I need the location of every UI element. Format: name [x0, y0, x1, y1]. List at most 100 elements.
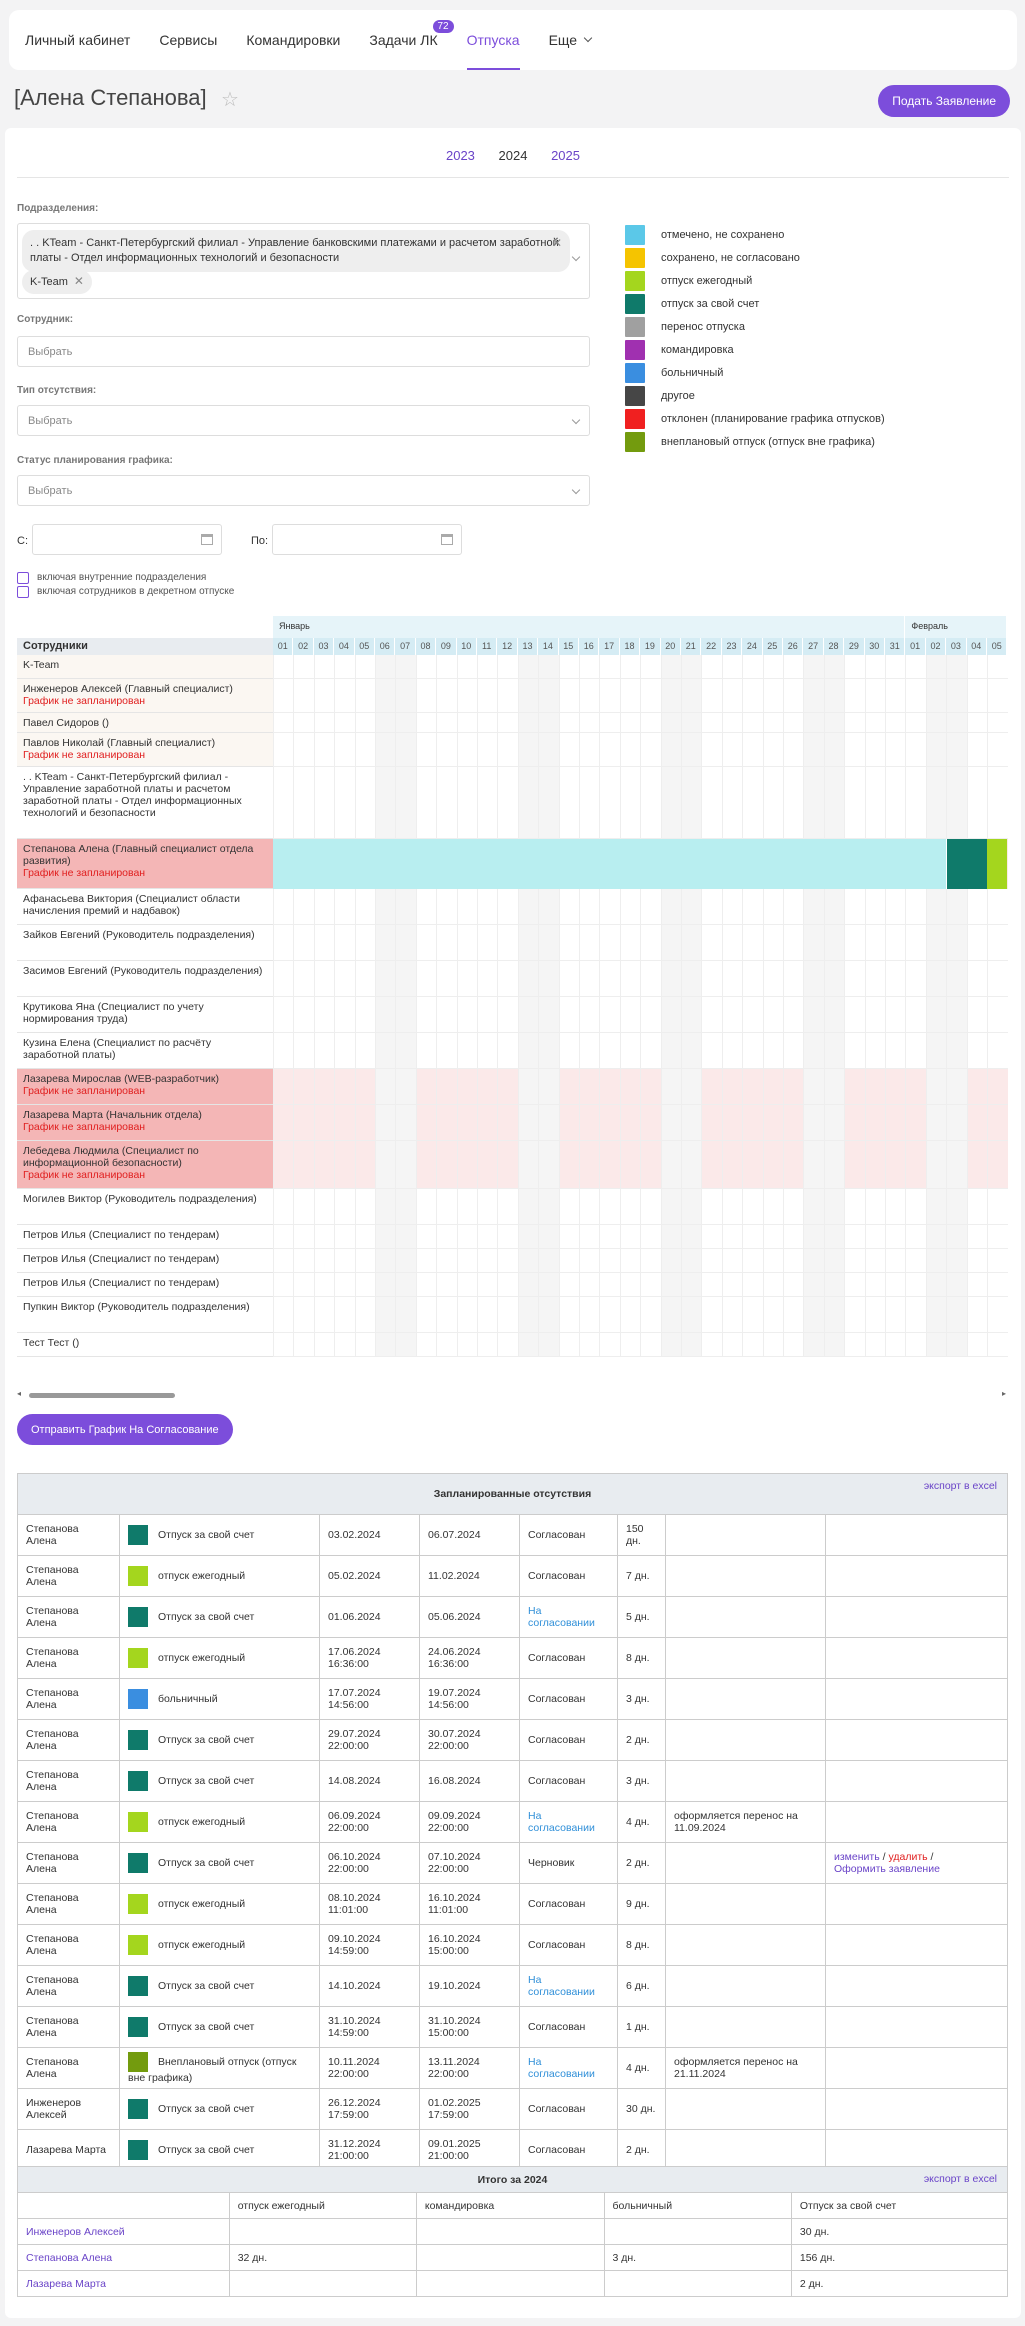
date-to-input[interactable]	[272, 524, 462, 555]
remove-chip-icon[interactable]: ✕	[552, 236, 562, 251]
grid-line	[273, 924, 1008, 925]
nav-business-trips[interactable]: Командировки	[246, 10, 340, 70]
grid-line	[783, 655, 784, 1357]
absence-type-select[interactable]: Выбрать	[17, 405, 590, 436]
cell-employee: Степанова Алена	[17, 1514, 120, 1556]
grid-line	[436, 655, 438, 1357]
horizontal-scrollbar[interactable]: ◂ ▸	[17, 1389, 1008, 1401]
edit-link[interactable]: изменить	[834, 1851, 880, 1863]
grid-line	[273, 1104, 1008, 1105]
cell-employee: Степанова Алена	[17, 1760, 120, 1802]
employee-row[interactable]: Крутикова Яна (Специалист по учету норми…	[17, 997, 273, 1033]
employee-row[interactable]: Лазарева Мирослав (WEB-разработчик) Графи…	[17, 1069, 273, 1105]
calendar-icon[interactable]	[441, 534, 453, 545]
vacation-bar-unpaid[interactable]	[946, 839, 987, 889]
grid-line	[864, 655, 866, 1357]
star-icon[interactable]: ☆	[221, 87, 239, 112]
employee-row[interactable]: Зайков Евгений (Руководитель подразделен…	[17, 925, 273, 961]
delete-link[interactable]: удалить	[888, 1851, 927, 1863]
employee-row[interactable]: Лебедева Людмила (Специалист по информац…	[17, 1141, 273, 1189]
employee-row[interactable]: Пупкин Виктор (Руководитель подразделени…	[17, 1297, 273, 1333]
legend-item: отпуск за свой счет	[625, 292, 885, 315]
scroll-right-icon[interactable]: ▸	[1002, 1389, 1006, 1398]
cell-status: Согласован	[519, 1637, 618, 1679]
employee-link[interactable]: Степанова Алена	[26, 2252, 112, 2264]
day-header: 01	[905, 638, 926, 655]
grid-line	[987, 655, 988, 1357]
scrollbar-thumb[interactable]	[29, 1393, 175, 1398]
cell-status: Согласован	[519, 1883, 618, 1925]
legend-item: другое	[625, 384, 885, 407]
employee-select[interactable]: Выбрать	[17, 336, 590, 367]
cell-actions	[825, 1801, 1008, 1843]
cell-note	[665, 1555, 826, 1597]
employee-row[interactable]: Петров Илья (Специалист по тендерам)	[17, 1225, 273, 1249]
remove-chip-icon[interactable]: ✕	[74, 274, 84, 288]
legend-item: сохранено, не согласовано	[625, 246, 885, 269]
cell-employee: Степанова Алена	[17, 1965, 120, 2007]
status: На согласовании	[528, 1605, 595, 1629]
employee-row[interactable]: Петров Илья (Специалист по тендерам)	[17, 1273, 273, 1297]
cell-status: Согласован	[519, 1555, 618, 1597]
employee-name: Степанова Алена	[26, 1687, 79, 1711]
employee-row[interactable]: Засимов Евгений (Руководитель подразделе…	[17, 961, 273, 997]
nav-personal-cabinet[interactable]: Личный кабинет	[25, 10, 130, 70]
employee-row[interactable]: Павлов Николай (Главный специалист) Графи…	[17, 733, 273, 767]
month-february: Февраль	[905, 616, 1008, 638]
calendar-icon[interactable]	[201, 534, 213, 545]
employee-row[interactable]: Лазарева Марта (Начальник отдела) График …	[17, 1105, 273, 1141]
export-excel-link[interactable]: экспорт в excel	[924, 2173, 997, 2185]
year-tab-2023[interactable]: 2023	[446, 148, 475, 163]
year-tab-2025[interactable]: 2025	[551, 148, 580, 163]
day-header: 31	[885, 638, 906, 655]
export-excel-link[interactable]: экспорт в excel	[924, 1480, 997, 1492]
day-header: 01	[273, 638, 294, 655]
status: Согласован	[528, 1939, 586, 1951]
date-to: 16.08.2024	[428, 1775, 481, 1787]
absence-type: Отпуск за свой счет	[158, 2143, 255, 2156]
vacation-bar-annual[interactable]	[987, 839, 1008, 889]
cell-status: На согласовании	[519, 1965, 618, 2007]
cell-actions	[825, 1719, 1008, 1761]
cell-from: 10.11.2024 22:00:00	[319, 2047, 420, 2089]
plan-status-select[interactable]: Выбрать	[17, 475, 590, 506]
date-to: 16.10.2024 11:01:00	[428, 1892, 481, 1916]
employee-row[interactable]: K-Team	[17, 655, 273, 679]
status: Согласован	[528, 1734, 586, 1746]
cell-type: Отпуск за свой счет	[119, 1719, 320, 1761]
employee-name: Степанова Алена	[26, 2056, 79, 2080]
include-maternity-checkbox[interactable]	[17, 586, 29, 598]
date-from-input[interactable]	[32, 524, 222, 555]
employee-row[interactable]: Инженеров Алексей (Главный специалист) Гр…	[17, 679, 273, 713]
employee-row[interactable]: Могилев Виктор (Руководитель подразделен…	[17, 1189, 273, 1225]
employee-row[interactable]: Степанова Алена (Главный специалист отде…	[17, 839, 273, 889]
nav-vacations[interactable]: Отпуска	[466, 10, 520, 70]
employee-row[interactable]: Кузина Елена (Специалист по расчёту зара…	[17, 1033, 273, 1069]
month-january: Январь	[273, 616, 906, 638]
absence-type: отпуск ежегодный	[158, 1938, 246, 1951]
nav-tasks[interactable]: Задачи ЛК 72	[369, 10, 454, 70]
cell-status: Согласован	[519, 1924, 618, 1966]
employee-row[interactable]: Афанасьева Виктория (Специалист области …	[17, 889, 273, 925]
grid-line	[273, 1296, 1008, 1297]
cell-days: 5 дн.	[617, 1596, 666, 1638]
send-schedule-button[interactable]: Отправить График На Согласование	[17, 1414, 233, 1445]
scroll-left-icon[interactable]: ◂	[17, 1389, 21, 1398]
nav-more[interactable]: Еще	[549, 10, 593, 70]
employee-link[interactable]: Лазарева Марта	[26, 2278, 106, 2290]
grid-line	[844, 655, 846, 1357]
employee-row[interactable]: Петров Илья (Специалист по тендерам)	[17, 1249, 273, 1273]
departments-select[interactable]: . . KTeam - Санкт-Петербургский филиал -…	[17, 223, 590, 299]
vacation-bar-selected[interactable]	[273, 839, 947, 889]
employee-row[interactable]: . . KTeam - Санкт-Петербургский филиал -…	[17, 767, 273, 839]
totals-col-header: больничный	[603, 2192, 792, 2219]
year-tab-2024[interactable]: 2024	[499, 148, 528, 163]
employee-row[interactable]: Павел Сидоров ()	[17, 713, 273, 733]
apply-link[interactable]: Оформить заявление	[834, 1863, 940, 1875]
nav-services[interactable]: Сервисы	[159, 10, 217, 70]
absence-type-placeholder: Выбрать	[28, 415, 73, 427]
employee-link[interactable]: Инженеров Алексей	[26, 2226, 125, 2238]
submit-application-button[interactable]: Подать Заявление	[878, 85, 1010, 117]
employee-row[interactable]: Тест Тест ()	[17, 1333, 273, 1357]
include-subdivisions-checkbox[interactable]	[17, 572, 29, 584]
